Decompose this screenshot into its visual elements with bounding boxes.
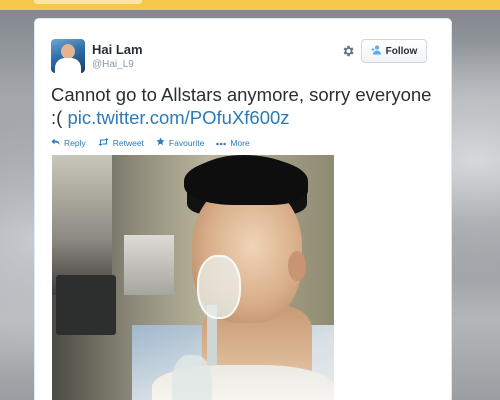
more-label: More	[230, 137, 250, 148]
retweet-button[interactable]: Retweet	[98, 137, 144, 148]
photo-shelf	[52, 155, 112, 295]
retweet-label: Retweet	[112, 137, 144, 148]
author-handle[interactable]: @Hai_L9	[92, 59, 134, 70]
avatar[interactable]	[51, 39, 85, 73]
tweet-text: Cannot go to Allstars anymore, sorry eve…	[51, 83, 441, 129]
favourite-label: Favourite	[168, 137, 205, 148]
follow-button[interactable]: Follow	[361, 39, 427, 63]
tweet-card: Hai Lam @Hai_L9 Follow Cannot go to Alls…	[34, 18, 452, 400]
tweet-actions: Reply Retweet Favourite More	[51, 137, 250, 148]
more-dots-icon	[216, 138, 227, 148]
avatar-face	[61, 44, 75, 59]
author-name[interactable]: Hai Lam	[92, 42, 143, 57]
star-icon	[156, 137, 165, 148]
photo-box	[124, 235, 174, 295]
oxygen-mask	[197, 255, 241, 319]
avatar-shirt	[55, 58, 81, 73]
tweet-photo-link[interactable]: pic.twitter.com/POfuXf600z	[67, 107, 289, 128]
retweet-icon	[98, 137, 109, 148]
photo-machine	[56, 275, 116, 335]
top-bar	[0, 0, 500, 10]
tweet-photo[interactable]	[52, 155, 334, 400]
top-bar-tab	[34, 0, 142, 4]
follow-label: Follow	[385, 45, 418, 57]
gear-icon[interactable]	[338, 41, 358, 61]
photo-hair-front	[184, 157, 308, 205]
add-user-icon	[371, 42, 382, 60]
reply-button[interactable]: Reply	[51, 137, 86, 148]
reply-label: Reply	[64, 137, 86, 148]
reply-icon	[51, 138, 60, 148]
more-button[interactable]: More	[216, 137, 250, 148]
favourite-button[interactable]: Favourite	[156, 137, 204, 148]
photo-bag	[172, 355, 212, 400]
photo-ear	[288, 251, 306, 281]
